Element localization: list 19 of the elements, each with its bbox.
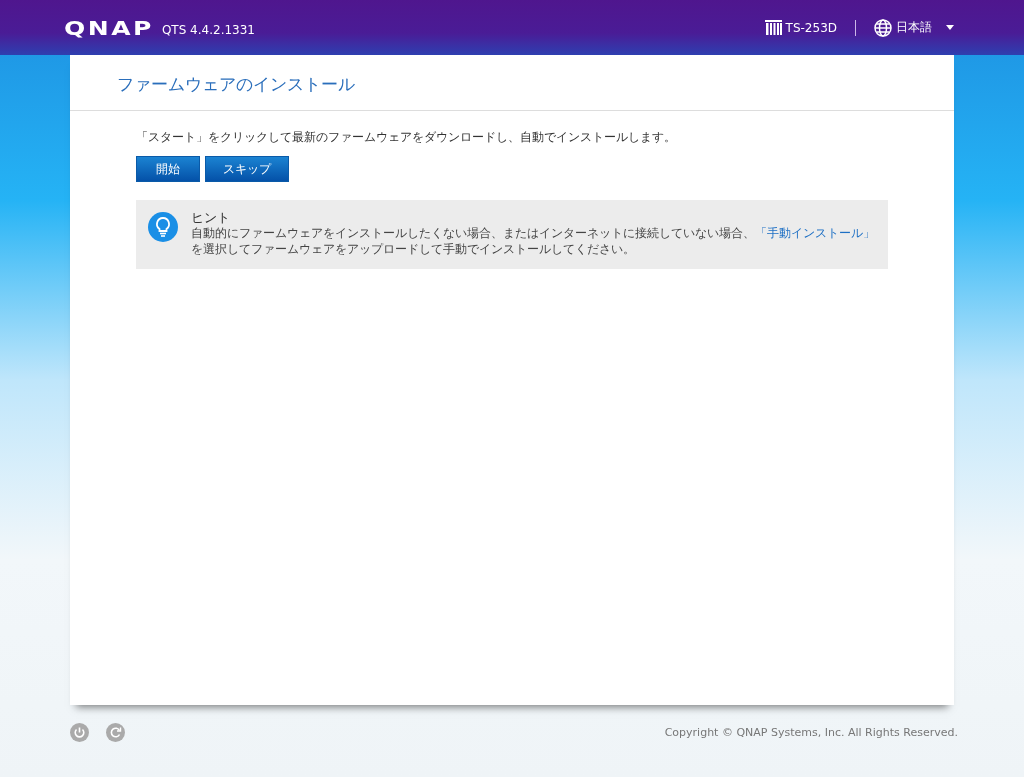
- page-title: ファームウェアのインストール: [70, 55, 954, 111]
- manual-install-link[interactable]: 「手動インストール」: [755, 226, 875, 240]
- start-button[interactable]: 開始: [136, 156, 200, 182]
- restart-icon[interactable]: [106, 723, 125, 742]
- hint-text: 自動的にファームウェアをインストールしたくない場合、またはインターネットに接続していない場合、「手動インストール」 を選択してファームウェアをアップロードして手動でインストールしてください。: [191, 225, 876, 257]
- globe-icon: [874, 18, 892, 37]
- device-name: TS-253D: [785, 20, 837, 35]
- language-selector[interactable]: 日本語: [874, 18, 954, 37]
- qnap-logo: QNAP: [64, 15, 154, 40]
- lightbulb-icon: [148, 212, 178, 242]
- nas-device-icon: [764, 20, 782, 35]
- skip-button[interactable]: スキップ: [205, 156, 289, 182]
- instruction-text: 「スタート」をクリックして最新のファームウェアをダウンロードし、自動でインストールします。: [136, 129, 677, 146]
- hint-title: ヒント: [191, 210, 231, 225]
- copyright-text: Copyright © QNAP Systems, Inc. All Rights Reserved.: [664, 726, 958, 739]
- power-icon[interactable]: [70, 723, 89, 742]
- firmware-version: QTS 4.4.2.1331: [161, 22, 255, 37]
- caret-icon: [946, 25, 954, 30]
- language-label: 日本語: [896, 19, 932, 36]
